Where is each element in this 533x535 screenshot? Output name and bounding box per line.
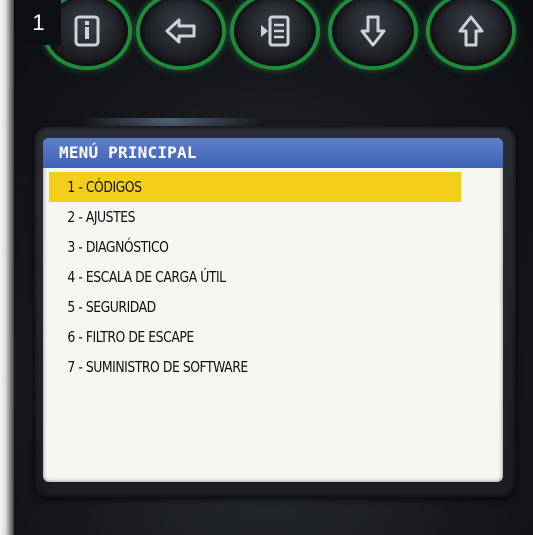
panel-edge: [0, 0, 14, 535]
enter-icon: [261, 15, 290, 47]
down-button[interactable]: [332, 0, 414, 66]
menu-item-suministro-software[interactable]: 7 - SUMINISTRO DE SOFTWARE: [49, 352, 461, 382]
back-button[interactable]: [140, 0, 222, 66]
info-icon: [74, 15, 100, 47]
enter-button[interactable]: [234, 0, 316, 66]
arrow-down-icon: [360, 15, 386, 47]
arrow-left-icon: [165, 18, 196, 44]
menu-item-ajustes[interactable]: 2 - AJUSTES: [49, 202, 461, 232]
screen-reflection: [80, 118, 260, 126]
menu-item-filtro-escape[interactable]: 6 - FILTRO DE ESCAPE: [49, 322, 461, 352]
figure-number-badge: 1: [16, 0, 61, 45]
menu-item-escala-carga-util[interactable]: 4 - ESCALA DE CARGA ÚTIL: [49, 262, 461, 292]
menu-title: MENÚ PRINCIPAL: [43, 138, 503, 168]
main-menu: 1 - CÓDIGOS 2 - AJUSTES 3 - DIAGNÓSTICO …: [43, 172, 503, 382]
lcd-screen: MENÚ PRINCIPAL 1 - CÓDIGOS 2 - AJUSTES 3…: [43, 138, 503, 482]
menu-item-seguridad[interactable]: 5 - SEGURIDAD: [49, 292, 461, 322]
display-panel: 1 MENÚ PRINCIPAL 1 - CÓDIGOS 2 - AJUSTES…: [0, 0, 533, 535]
arrow-up-icon: [458, 15, 484, 47]
menu-item-diagnostico[interactable]: 3 - DIAGNÓSTICO: [49, 232, 461, 262]
menu-item-codigos[interactable]: 1 - CÓDIGOS: [49, 172, 462, 202]
up-button[interactable]: [430, 0, 512, 66]
